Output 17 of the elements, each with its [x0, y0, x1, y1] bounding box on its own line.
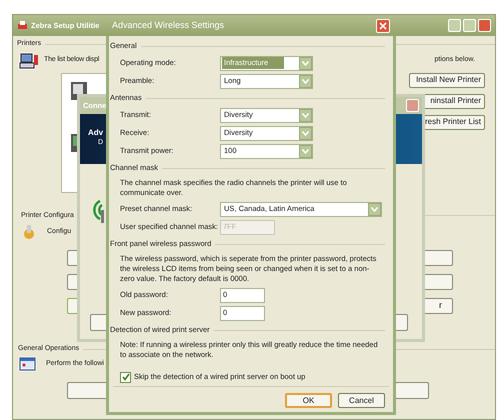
checkbox[interactable]	[120, 372, 131, 382]
dialog-button[interactable]: Cancel	[338, 393, 385, 408]
maximize-button[interactable]	[463, 19, 476, 32]
banner-title: Adv	[88, 128, 104, 138]
close-button[interactable]	[376, 18, 390, 32]
window-title: Advanced Wireless Settings	[112, 18, 224, 32]
minimize-button[interactable]	[448, 19, 461, 32]
dialog-button[interactable]: OK	[285, 393, 332, 408]
close-icon	[379, 22, 387, 30]
operation-button[interactable]	[395, 382, 429, 398]
close-button[interactable]	[478, 19, 491, 32]
printer-icon	[17, 20, 28, 31]
gear-icon	[21, 224, 37, 240]
computer-icon	[19, 52, 39, 70]
printer-button[interactable]: Install New Printer	[409, 72, 485, 88]
close-button[interactable]	[406, 99, 419, 112]
window-icon	[19, 356, 36, 372]
